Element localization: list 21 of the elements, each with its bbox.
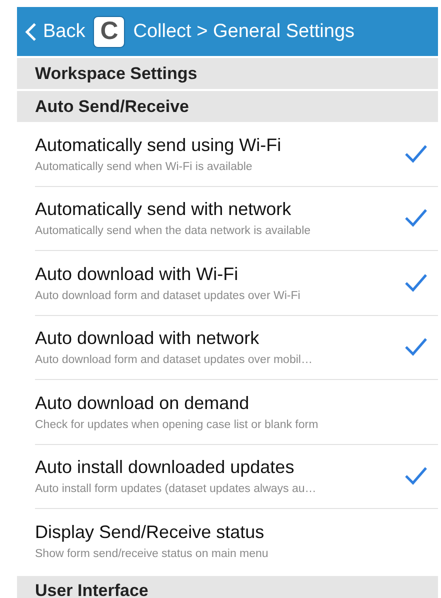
back-button[interactable]: Back [25, 20, 86, 42]
setting-title[interactable]: Auto install downloaded updates [35, 457, 400, 478]
setting-title[interactable]: Display Send/Receive status [35, 522, 400, 544]
setting-description: Show form send/receive status on main menu [35, 548, 270, 560]
setting-title[interactable]: Auto download with network [35, 328, 400, 350]
setting-description: Automatically send when the data network is available [35, 225, 312, 238]
setting-title[interactable]: Auto download with Wi-Fi [35, 264, 400, 285]
back-chevron-icon [25, 22, 37, 42]
setting-description: Auto install form updates (dataset updates always au… [35, 483, 318, 496]
setting-title[interactable]: Auto download on demand [35, 392, 400, 414]
setting-description: Check for updates when opening case list or blank form [35, 418, 320, 431]
nav-title: Collect > General Settings [133, 20, 355, 42]
section-header: Auto Send/Receive [17, 91, 438, 122]
setting-description: Auto download form and dataset updates over mobil… [35, 354, 314, 366]
setting-description: Auto download form and dataset updates over Wi-Fi [35, 290, 302, 302]
section-header: Workspace Settings [17, 58, 438, 89]
section-header: User Interface [17, 576, 438, 598]
setting-title[interactable]: Automatically send using Wi-Fi [35, 134, 400, 156]
app-logo: C [93, 16, 126, 48]
setting-title[interactable]: Automatically send with network [35, 199, 400, 220]
setting-description: Automatically send when Wi-Fi is available [35, 160, 254, 173]
